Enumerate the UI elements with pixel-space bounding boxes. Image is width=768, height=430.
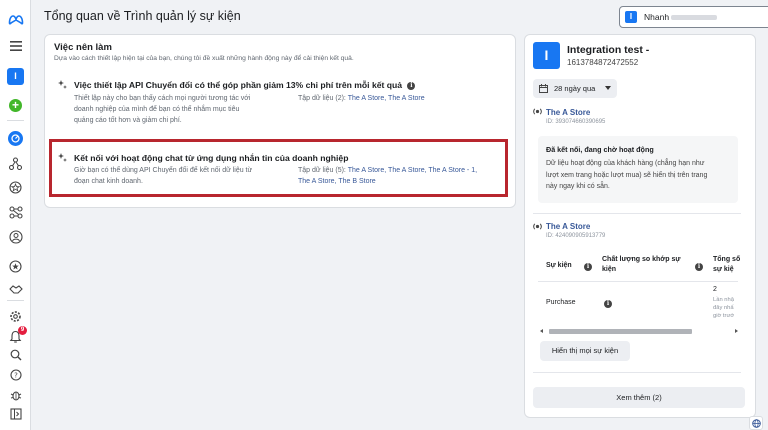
source-name[interactable]: The A Store: [546, 222, 590, 231]
partner-integrations-icon[interactable]: [0, 203, 31, 221]
recommendations-subtitle: Dựa vào cách thiết lập hiện tại của bạn,…: [54, 55, 354, 62]
account-selector[interactable]: I Nhanh: [619, 6, 768, 28]
info-icon[interactable]: i: [407, 82, 416, 90]
dataset-id: 1613784872472552: [567, 58, 639, 67]
info-icon[interactable]: i: [695, 262, 703, 271]
recommendation-description: Giờ bạn có thể dùng API Chuyển đổi để kế…: [74, 167, 253, 185]
recommendation-datasets: Tập dữ liệu (5): The A Store, The A Stor…: [298, 165, 498, 187]
dataset-name: Integration test -: [567, 44, 650, 56]
divider: [538, 281, 738, 282]
source-id: ID: 424090905913779: [546, 233, 606, 239]
globe-icon[interactable]: [749, 416, 763, 430]
event-name: Purchase: [546, 299, 576, 306]
recommendation-title: Kết nối với hoạt động chat từ ứng dụng n…: [74, 153, 349, 163]
status-text: Dữ liệu hoạt động của khách hàng (chẳng …: [546, 160, 708, 190]
connection-status-box: Đã kết nối, đang chờ hoạt động Dữ liệu h…: [538, 136, 738, 203]
settings-icon[interactable]: [0, 307, 31, 325]
top-bar: Tổng quan về Trình quản lý sự kiện I Nha…: [31, 0, 768, 34]
recommendations-title: Việc nên làm: [54, 42, 112, 53]
page-title: Tổng quan về Trình quản lý sự kiện: [44, 9, 241, 23]
meta-logo-icon[interactable]: [0, 11, 31, 29]
dataset-link[interactable]: The A Store, The A Store, The A Store - …: [348, 167, 477, 174]
column-header-event: Sự kiện: [546, 262, 572, 269]
date-range-selector[interactable]: 28 ngày qua: [533, 79, 617, 98]
info-icon[interactable]: i: [584, 262, 592, 271]
account-name: Nhanh: [644, 12, 670, 22]
sparkle-icon: [58, 80, 67, 91]
source-id: ID: 393074660390695: [546, 119, 606, 125]
expand-sidebar-icon[interactable]: [0, 405, 31, 423]
dataset-avatar: I: [533, 42, 560, 69]
bug-report-icon[interactable]: [0, 386, 31, 404]
horizontal-scrollbar[interactable]: [540, 327, 738, 336]
source-name[interactable]: The A Store: [546, 108, 590, 117]
event-total: 2: [713, 286, 717, 293]
account-name-redacted: [671, 15, 717, 20]
help-icon[interactable]: ?: [0, 366, 31, 384]
info-icon[interactable]: i: [604, 299, 612, 308]
show-all-events-button[interactable]: Hiển thị mọi sự kiện: [540, 341, 630, 361]
add-icon[interactable]: +: [0, 96, 31, 114]
sparkle-icon: [58, 153, 67, 164]
overview-icon[interactable]: [0, 129, 31, 147]
menu-icon[interactable]: [0, 37, 31, 55]
divider: [533, 213, 741, 214]
recommendation-datasets: Tập dữ liệu (2): The A Store, The A Stor…: [298, 95, 425, 102]
search-icon[interactable]: [0, 346, 31, 364]
nav-divider: [7, 300, 24, 301]
dataset-link[interactable]: The A Store, The B Store: [298, 176, 498, 187]
handshake-icon[interactable]: [0, 280, 31, 298]
divider: [533, 372, 741, 373]
source-icon: [533, 222, 542, 233]
audience-icon[interactable]: [0, 228, 31, 246]
data-sources-icon[interactable]: [0, 154, 31, 172]
notification-count-badge: 9: [18, 326, 27, 335]
last-received-note: Lần nhậ đây nhấ giờ trướ: [713, 297, 735, 319]
left-navigation: I + 9 ?: [0, 0, 31, 430]
column-header-match-quality: Chất lượng so khớp sự kiện: [602, 256, 681, 273]
scrollbar-thumb[interactable]: [549, 329, 692, 334]
account-avatar: I: [625, 11, 637, 23]
chevron-down-icon: [605, 86, 611, 90]
status-title: Đã kết nối, đang chờ hoạt động: [546, 145, 654, 154]
recommendation-title: Việc thiết lập API Chuyển đổi có thể góp…: [74, 80, 403, 90]
star-icon[interactable]: [0, 257, 31, 275]
notifications-icon[interactable]: 9: [0, 326, 31, 345]
badge-icon[interactable]: [0, 178, 31, 196]
app-avatar[interactable]: I: [0, 67, 31, 85]
source-icon: [533, 107, 542, 118]
see-more-button[interactable]: Xem thêm (2): [533, 387, 745, 408]
column-header-total-events: Tổng số sự kiệ: [713, 256, 741, 273]
calendar-icon: [539, 84, 548, 95]
dataset-link[interactable]: The A Store, The A Store: [348, 95, 425, 102]
svg-text:?: ?: [14, 372, 18, 380]
date-range-label: 28 ngày qua: [554, 84, 596, 93]
recommendation-description: Thiết lập này cho bạn thấy cách mọi ngườ…: [74, 95, 251, 124]
nav-divider: [7, 120, 24, 121]
